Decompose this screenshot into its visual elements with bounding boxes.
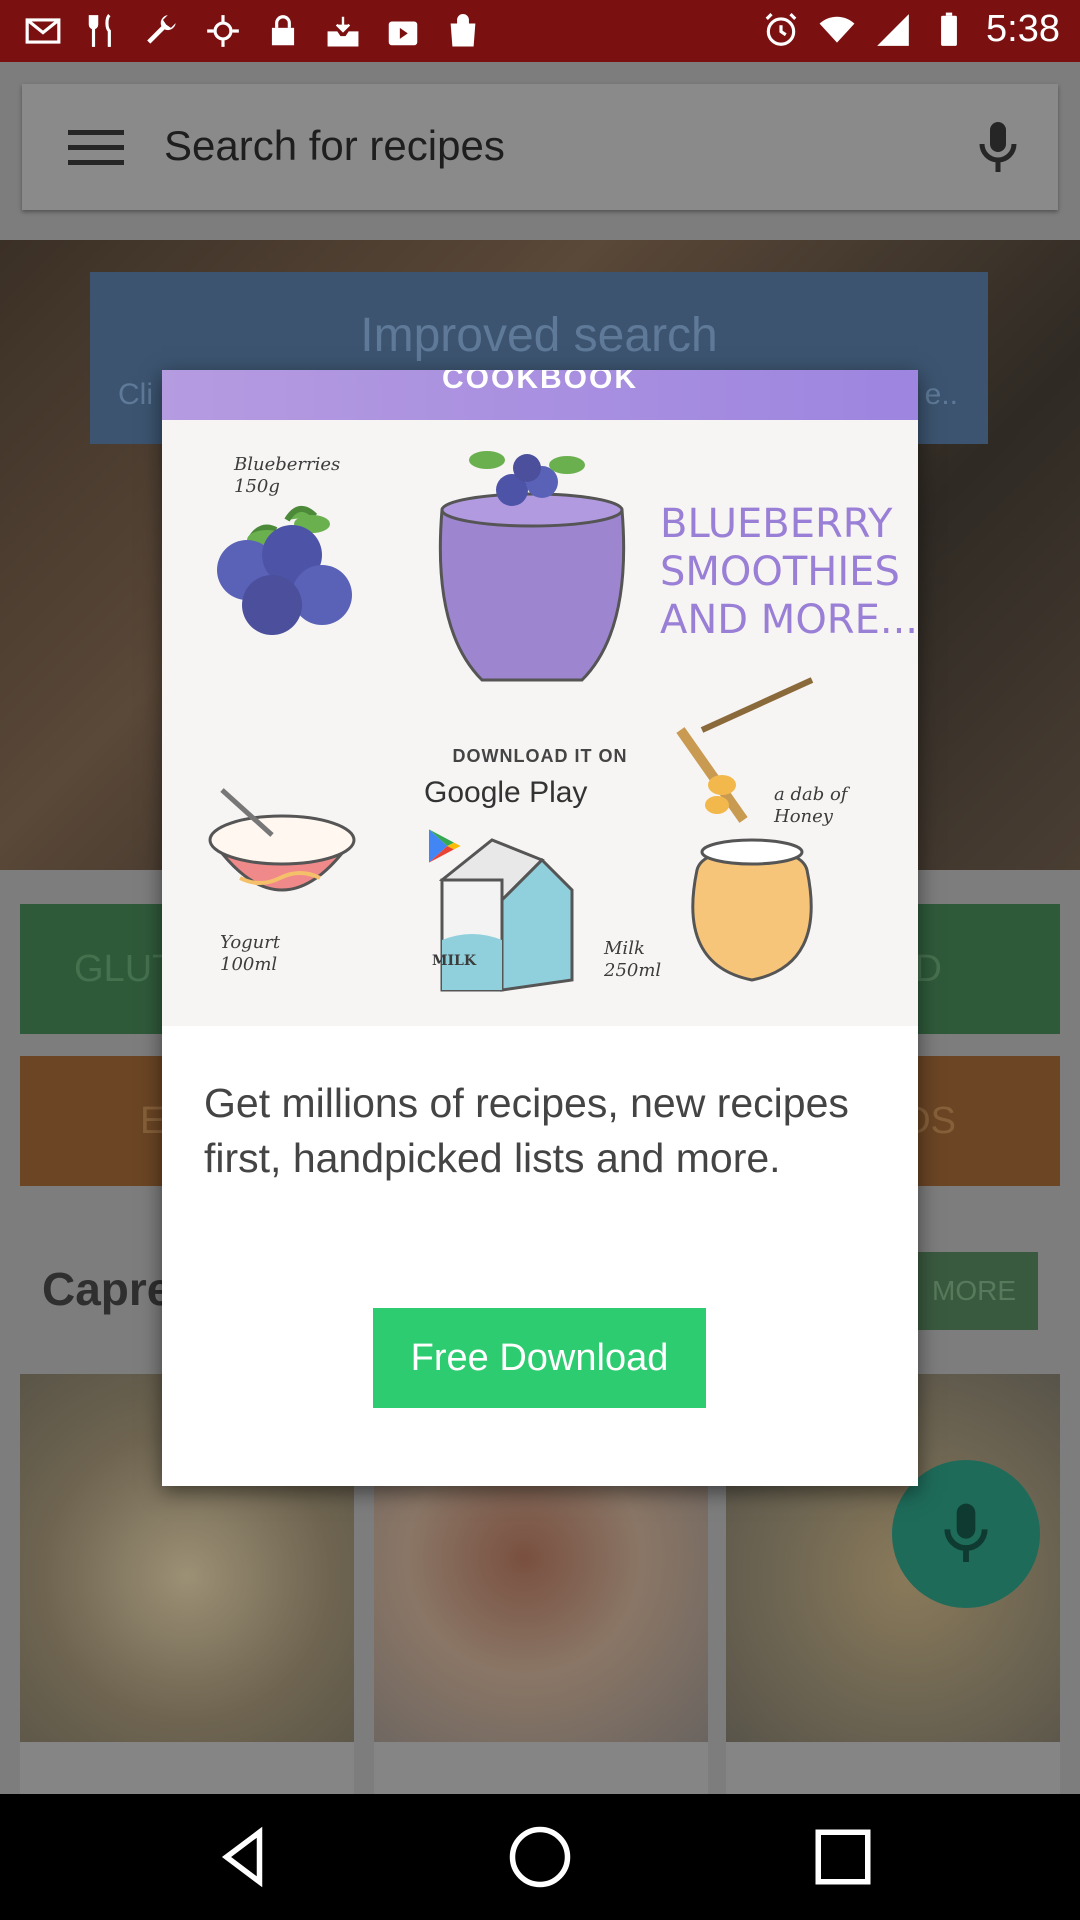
promo-heading: BLUEBERRY SMOOTHIES AND MORE... [660,500,918,644]
inbox-tray-icon [327,16,359,47]
yogurt-bowl [208,788,356,892]
microphone-icon[interactable] [974,120,1022,176]
promo-heading-line: AND MORE... [660,597,918,643]
wifi-icon [819,16,855,43]
search-input[interactable]: Search for recipes [164,122,505,170]
milk-label: Milk 250ml [604,938,662,981]
recents-icon[interactable] [810,1824,876,1890]
notification-icons [24,12,482,50]
category-label-right: D [914,948,942,990]
more-button[interactable]: MORE [910,1252,1038,1330]
banner-title: Improved search [360,309,718,362]
home-icon[interactable] [507,1824,573,1890]
gmail-icon [25,18,61,44]
clock: 5:38 [986,8,1060,50]
promo-image: COOKBOOK BLUEBERRY SMOOTHIES AND MORE...… [162,370,918,1026]
carton-label: MILK [432,953,477,969]
fork-knife-icon [88,14,111,47]
promo-download-text: DOWNLOAD IT ON [452,746,628,766]
category-label-left: GLUT [74,948,176,990]
google-play-label: Google Play [424,776,588,809]
battery-icon [941,12,957,46]
status-bar: 5:38 [0,0,1080,62]
google-play-icon [429,829,461,863]
back-icon[interactable] [210,1824,276,1890]
honey-label: a dab of Honey [774,784,848,827]
banner-subtitle-left: Cli [118,378,153,411]
signal-icon [877,13,909,46]
google-play-badge: Google Play [424,776,588,863]
system-status: 5:38 [762,8,1060,51]
blueberries-label: Blueberries 150g [234,454,341,497]
navigation-bar [0,1794,1080,1920]
section-title: Capre [42,1263,173,1315]
dialog-message: Get millions of recipes, new recipes fir… [204,1080,849,1181]
alarm-icon [765,12,797,46]
blueberries-illustration [217,506,352,635]
promo-band: COOKBOOK [162,370,918,420]
yogurt-label: Yogurt 100ml [220,932,281,975]
microphone-icon [944,1503,988,1562]
promo-heading-line: SMOOTHIES [660,549,900,595]
honey-jar [676,677,814,982]
banner-subtitle-right: e.. [924,378,958,411]
menu-icon[interactable] [68,126,124,168]
play-store-icon [388,21,418,46]
search-bar[interactable]: Search for recipes [22,84,1058,210]
promo-band-text: COOKBOOK [442,370,638,395]
free-download-button[interactable]: Free Download [373,1308,706,1408]
recipes-bag-icon [450,14,476,47]
promo-dialog: COOKBOOK BLUEBERRY SMOOTHIES AND MORE...… [162,370,918,1486]
lock-icon [271,15,295,46]
fake-gps-icon [207,15,239,47]
wrench-icon [147,15,176,44]
smoothie-glass [438,451,626,682]
promo-heading-line: BLUEBERRY [660,501,893,547]
